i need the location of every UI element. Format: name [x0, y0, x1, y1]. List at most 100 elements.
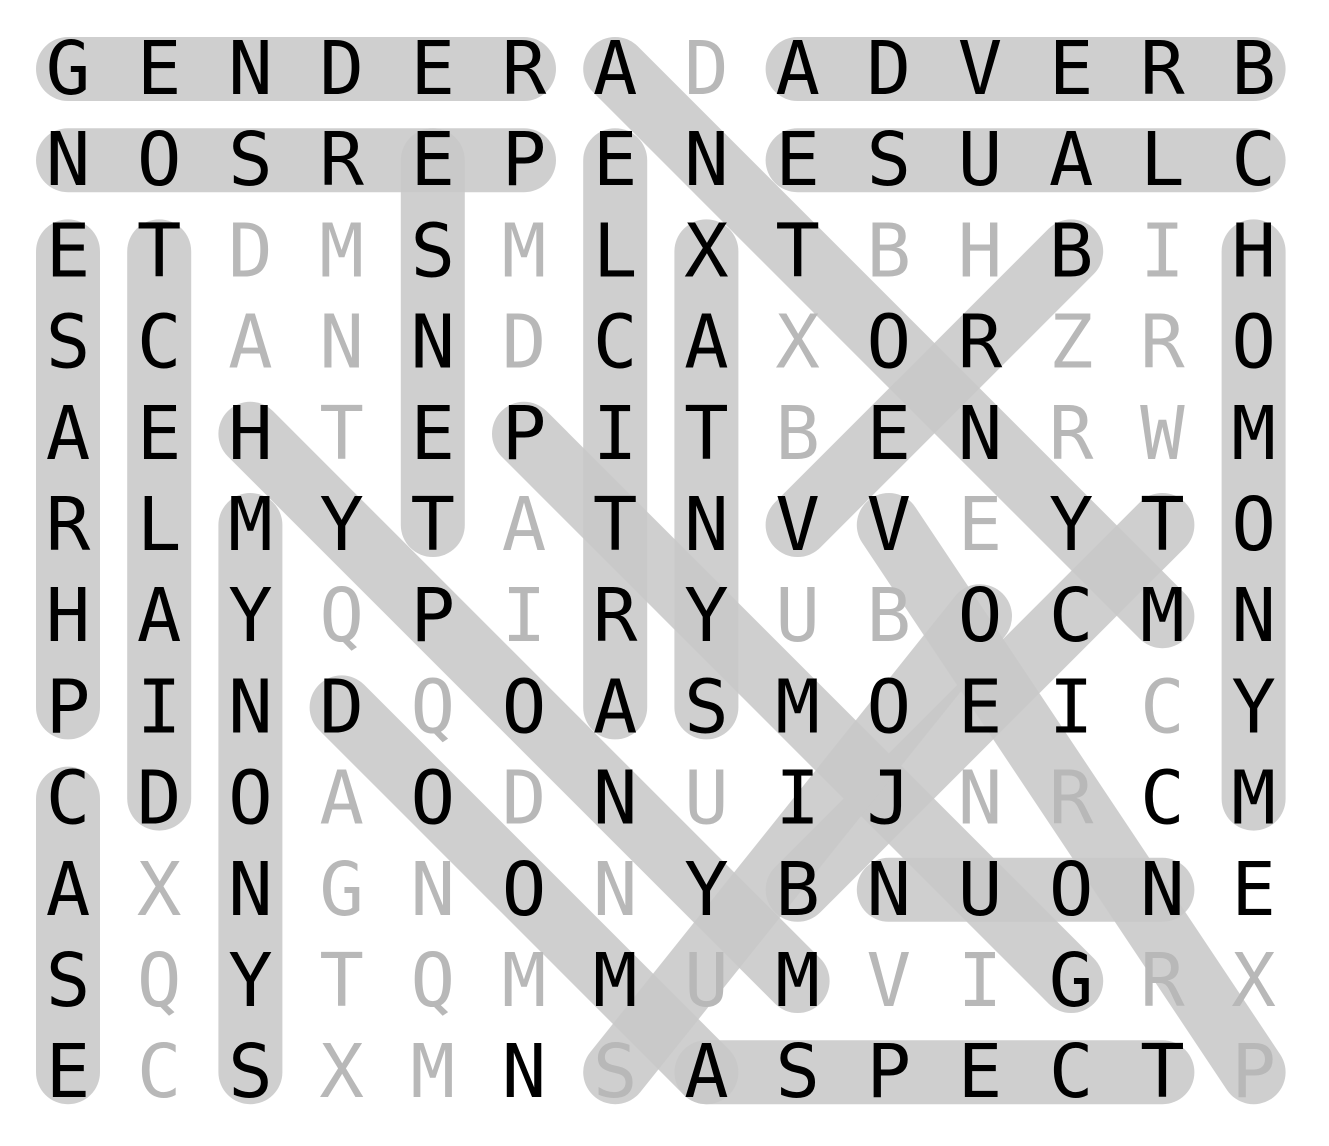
letter-cell[interactable]: N [411, 300, 456, 386]
letter-cell[interactable]: O [958, 573, 1003, 659]
letter-cell[interactable]: O [867, 664, 912, 750]
letter-cell[interactable]: C [593, 300, 638, 386]
letter-cell[interactable]: Q [411, 664, 456, 750]
letter-cell[interactable]: G [1049, 938, 1094, 1024]
letter-cell[interactable]: E [411, 117, 456, 203]
letter-cell[interactable]: N [958, 391, 1003, 477]
letter-cell[interactable]: O [867, 300, 912, 386]
letter-cell[interactable]: P [867, 1029, 912, 1115]
letter-cell[interactable]: U [958, 117, 1003, 203]
letter-cell[interactable]: O [137, 117, 182, 203]
letter-cell[interactable]: E [958, 482, 1003, 568]
letter-cell[interactable]: S [775, 1029, 820, 1115]
letter-cell[interactable]: R [46, 482, 91, 568]
letter-cell[interactable]: I [593, 391, 638, 477]
letter-cell[interactable]: R [1049, 756, 1094, 842]
letter-cell[interactable]: S [593, 1029, 638, 1115]
letter-cell[interactable]: T [775, 208, 820, 294]
letter-cell[interactable]: L [1140, 117, 1185, 203]
letter-cell[interactable]: T [411, 482, 456, 568]
letter-cell[interactable]: T [319, 391, 364, 477]
letter-cell[interactable]: C [46, 756, 91, 842]
letter-cell[interactable]: L [137, 482, 182, 568]
letter-cell[interactable]: N [593, 756, 638, 842]
letter-cell[interactable]: D [319, 26, 364, 112]
letter-cell[interactable]: U [775, 573, 820, 659]
letter-cell[interactable]: N [228, 847, 273, 933]
letter-cell[interactable]: E [958, 1029, 1003, 1115]
letter-cell[interactable]: Y [684, 847, 729, 933]
letter-cell[interactable]: J [867, 756, 912, 842]
letter-cell[interactable]: R [319, 117, 364, 203]
letter-cell[interactable]: Y [1231, 664, 1276, 750]
letter-cell[interactable]: R [958, 300, 1003, 386]
letter-cell[interactable]: A [228, 300, 273, 386]
letter-cell[interactable]: N [411, 847, 456, 933]
letter-cell[interactable]: V [867, 938, 912, 1024]
letter-cell[interactable]: C [1231, 117, 1276, 203]
letter-cell[interactable]: E [137, 391, 182, 477]
letter-cell[interactable]: S [867, 117, 912, 203]
letter-cell[interactable]: A [684, 300, 729, 386]
letter-cell[interactable]: T [319, 938, 364, 1024]
letter-cell[interactable]: C [137, 1029, 182, 1115]
letter-cell[interactable]: B [1231, 26, 1276, 112]
letter-cell[interactable]: I [958, 938, 1003, 1024]
letter-cell[interactable]: X [1231, 938, 1276, 1024]
letter-cell[interactable]: C [1140, 664, 1185, 750]
letter-cell[interactable]: R [1049, 391, 1094, 477]
letter-cell[interactable]: Y [319, 482, 364, 568]
letter-cell[interactable]: E [1231, 847, 1276, 933]
letter-cell[interactable]: E [775, 117, 820, 203]
letter-cell[interactable]: A [775, 26, 820, 112]
letter-cell[interactable]: M [502, 938, 547, 1024]
letter-cell[interactable]: P [502, 117, 547, 203]
letter-cell[interactable]: P [1231, 1029, 1276, 1115]
letter-cell[interactable]: A [593, 26, 638, 112]
letter-cell[interactable]: O [1231, 300, 1276, 386]
letter-cell[interactable]: R [593, 573, 638, 659]
letter-cell[interactable]: O [502, 847, 547, 933]
letter-cell[interactable]: Y [228, 573, 273, 659]
letter-cell[interactable]: N [228, 664, 273, 750]
letter-cell[interactable]: C [137, 300, 182, 386]
letter-cell[interactable]: U [684, 756, 729, 842]
letter-cell[interactable]: E [46, 208, 91, 294]
letter-cell[interactable]: R [502, 26, 547, 112]
letter-cell[interactable]: T [1140, 482, 1185, 568]
letter-cell[interactable]: O [1049, 847, 1094, 933]
letter-cell[interactable]: I [775, 756, 820, 842]
letter-cell[interactable]: O [411, 756, 456, 842]
letter-cell[interactable]: N [319, 300, 364, 386]
letter-cell[interactable]: R [1140, 938, 1185, 1024]
letter-cell[interactable]: Q [137, 938, 182, 1024]
letter-cell[interactable]: A [46, 391, 91, 477]
letter-cell[interactable]: O [502, 664, 547, 750]
letter-cell[interactable]: G [319, 847, 364, 933]
letter-cell[interactable]: D [867, 26, 912, 112]
letter-cell[interactable]: N [684, 482, 729, 568]
letter-cell[interactable]: N [1140, 847, 1185, 933]
letter-cell[interactable]: V [867, 482, 912, 568]
letter-cell[interactable]: B [867, 573, 912, 659]
letter-cell[interactable]: R [1140, 300, 1185, 386]
letter-cell[interactable]: D [137, 756, 182, 842]
letter-cell[interactable]: O [228, 756, 273, 842]
letter-cell[interactable]: M [1140, 573, 1185, 659]
letter-cell[interactable]: Q [411, 938, 456, 1024]
letter-cell[interactable]: H [228, 391, 273, 477]
letter-cell[interactable]: Z [1049, 300, 1094, 386]
letter-cell[interactable]: C [1049, 1029, 1094, 1115]
letter-cell[interactable]: V [958, 26, 1003, 112]
letter-cell[interactable]: M [411, 1029, 456, 1115]
letter-cell[interactable]: D [684, 26, 729, 112]
letter-cell[interactable]: X [684, 208, 729, 294]
letter-cell[interactable]: S [46, 300, 91, 386]
letter-cell[interactable]: M [593, 938, 638, 1024]
letter-cell[interactable]: D [319, 664, 364, 750]
letter-cell[interactable]: E [411, 26, 456, 112]
letter-cell[interactable]: A [46, 847, 91, 933]
letter-cell[interactable]: M [775, 664, 820, 750]
letter-cell[interactable]: Q [319, 573, 364, 659]
letter-cell[interactable]: B [1049, 208, 1094, 294]
